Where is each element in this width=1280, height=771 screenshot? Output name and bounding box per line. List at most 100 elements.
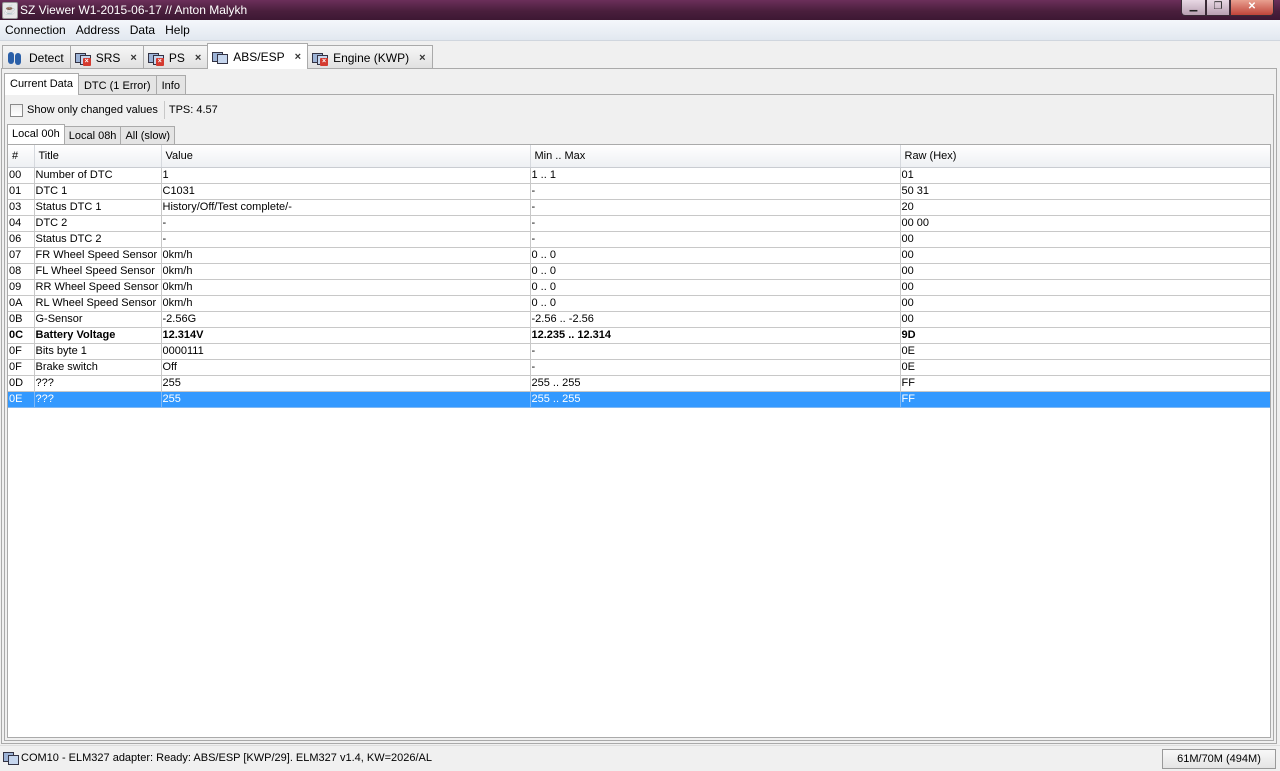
col-header-raw[interactable]: Raw (Hex) [900, 145, 1270, 168]
memory-usage-button[interactable]: 61M/70M (494M) [1162, 749, 1276, 769]
minimize-button[interactable]: ▁ [1181, 0, 1206, 16]
close-tab-icon[interactable]: × [295, 51, 301, 63]
cell-index: 00 [8, 167, 35, 184]
table-row[interactable]: 09 RR Wheel Speed Sensor 0km/h 0 .. 0 00 [8, 279, 1270, 296]
cell-index: 0F [8, 343, 35, 360]
cell-raw: 20 [900, 199, 1270, 216]
tab-ps[interactable]: × PS × [142, 45, 209, 69]
address-tabs: Local 00h Local 08h All (slow) [7, 124, 176, 144]
tab-abs-esp[interactable]: ABS/ESP × [207, 43, 309, 69]
cell-raw: 00 [900, 311, 1270, 328]
cell-raw: 9D [900, 327, 1270, 344]
table-row[interactable]: 0A RL Wheel Speed Sensor 0km/h 0 .. 0 00 [8, 295, 1270, 312]
cell-raw: 00 00 [900, 215, 1270, 232]
cell-value: - [161, 215, 531, 232]
tab-local-00h[interactable]: Local 00h [7, 124, 65, 144]
cell-value: 1 [161, 167, 531, 184]
close-tab-icon[interactable]: × [130, 52, 136, 64]
cell-value: 12.314V [161, 327, 531, 344]
data-table-container: # Title Value Min .. Max Raw (Hex) 00 Num… [7, 144, 1271, 738]
cell-index: 0B [8, 311, 35, 328]
table-row[interactable]: 0B G-Sensor -2.56G -2.56 .. -2.56 00 [8, 311, 1270, 328]
menu-address[interactable]: Address [71, 23, 125, 37]
table-body: 00 Number of DTC 1 1 .. 1 01 01 DTC 1 C1031-50 … [8, 167, 1270, 408]
cell-title: DTC 1 [34, 183, 162, 200]
cell-value: 255 [161, 391, 531, 408]
cell-title: G-Sensor [34, 311, 162, 328]
cell-value: 0km/h [161, 279, 531, 296]
detect-icon [7, 51, 23, 65]
col-header-minmax[interactable]: Min .. Max [530, 145, 901, 168]
table-row[interactable]: 0E??? 255 255 .. 255 FF [8, 391, 1270, 408]
table-row[interactable]: 0F Bits byte 1 0000111-0E [8, 343, 1270, 360]
table-row[interactable]: 03 Status DTC 1 History/Off/Test complete/… [8, 199, 1270, 216]
cell-title: DTC 2 [34, 215, 162, 232]
close-tab-icon[interactable]: × [419, 52, 425, 64]
cell-title: Brake switch [34, 359, 162, 376]
cell-index: 0A [8, 295, 35, 312]
close-window-button[interactable]: ✕ [1230, 0, 1274, 16]
tab-current-data[interactable]: Current Data [4, 73, 79, 95]
cell-value: 0km/h [161, 263, 531, 280]
tab-detect[interactable]: Detect [2, 45, 71, 69]
cell-minmax: 1 .. 1 [530, 167, 901, 184]
cell-minmax: 255 .. 255 [530, 391, 901, 408]
table-row[interactable]: 00 Number of DTC 1 1 .. 1 01 [8, 167, 1270, 184]
tab-info[interactable]: Info [155, 75, 186, 95]
table-row[interactable]: 01 DTC 1 C1031-50 31 [8, 183, 1270, 200]
close-tab-icon[interactable]: × [195, 52, 201, 64]
cell-index: 0D [8, 375, 35, 392]
cell-raw: FF [900, 375, 1270, 392]
col-header-value[interactable]: Value [161, 145, 531, 168]
col-header-title[interactable]: Title [34, 145, 162, 168]
maximize-button[interactable]: ❐ [1206, 0, 1230, 16]
menu-connection[interactable]: Connection [0, 23, 71, 37]
cell-index: 01 [8, 183, 35, 200]
table-row[interactable]: 04 DTC 2- -00 00 [8, 215, 1270, 232]
cell-minmax: 0 .. 0 [530, 295, 901, 312]
cell-title: FL Wheel Speed Sensor [34, 263, 162, 280]
options-row: Show only changed values TPS: 4.57 [10, 100, 218, 120]
cell-minmax: 255 .. 255 [530, 375, 901, 392]
cell-minmax: 0 .. 0 [530, 247, 901, 264]
col-header-index[interactable]: # [8, 145, 35, 168]
cell-title: Number of DTC [34, 167, 162, 184]
view-tabs: Current Data DTC (1 Error) Info [4, 73, 186, 95]
cell-title: ??? [34, 375, 162, 392]
cell-index: 04 [8, 215, 35, 232]
tab-srs[interactable]: × SRS × [69, 45, 144, 69]
tab-local-08h[interactable]: Local 08h [63, 126, 122, 144]
table-header: # Title Value Min .. Max Raw (Hex) [8, 145, 1270, 168]
table-row[interactable]: 0F Brake switch Off -0E [8, 359, 1270, 376]
tab-label: Engine (KWP) [333, 50, 410, 65]
cell-minmax: - [530, 183, 901, 200]
cell-raw: 00 [900, 295, 1270, 312]
menu-data[interactable]: Data [125, 23, 160, 37]
tab-label: ABS/ESP [233, 49, 285, 64]
cell-value: 0km/h [161, 295, 531, 312]
cell-index: 0C [8, 327, 35, 344]
cell-value: -2.56G [161, 311, 531, 328]
tab-engine-kwp[interactable]: × Engine (KWP) × [307, 45, 433, 69]
tab-dtc[interactable]: DTC (1 Error) [77, 75, 157, 95]
show-changed-checkbox[interactable] [10, 103, 23, 117]
module-error-icon: × [74, 51, 91, 66]
data-table: # Title Value Min .. Max Raw (Hex) 00 Num… [8, 145, 1270, 408]
table-row[interactable]: 08 FL Wheel Speed Sensor 0km/h 0 .. 0 00 [8, 263, 1270, 280]
cell-raw: 0E [900, 359, 1270, 376]
title-bar: ☕ SZ Viewer W1-2015-06-17 // Anton Malyk… [0, 0, 1280, 20]
table-row[interactable]: 0D??? 255 255 .. 255 FF [8, 375, 1270, 392]
cell-raw: 0E [900, 343, 1270, 360]
menu-help[interactable]: Help [160, 23, 195, 37]
tab-label: SRS [95, 50, 121, 65]
cell-title: Battery Voltage [34, 327, 162, 344]
tab-all-slow[interactable]: All (slow) [120, 126, 176, 144]
table-row[interactable]: 06 Status DTC 2- -00 [8, 231, 1270, 248]
module-error-icon: × [312, 51, 329, 66]
show-changed-label[interactable]: Show only changed values [27, 104, 158, 116]
table-row[interactable]: 07 FR Wheel Speed Sensor 0km/h 0 .. 0 00 [8, 247, 1270, 264]
table-row[interactable]: 0C Battery Voltage 12.314V 12.235 .. 12.314… [8, 327, 1270, 344]
tps-readout: TPS: 4.57 [168, 104, 218, 116]
module-icon [212, 50, 229, 64]
cell-index: 03 [8, 199, 35, 216]
